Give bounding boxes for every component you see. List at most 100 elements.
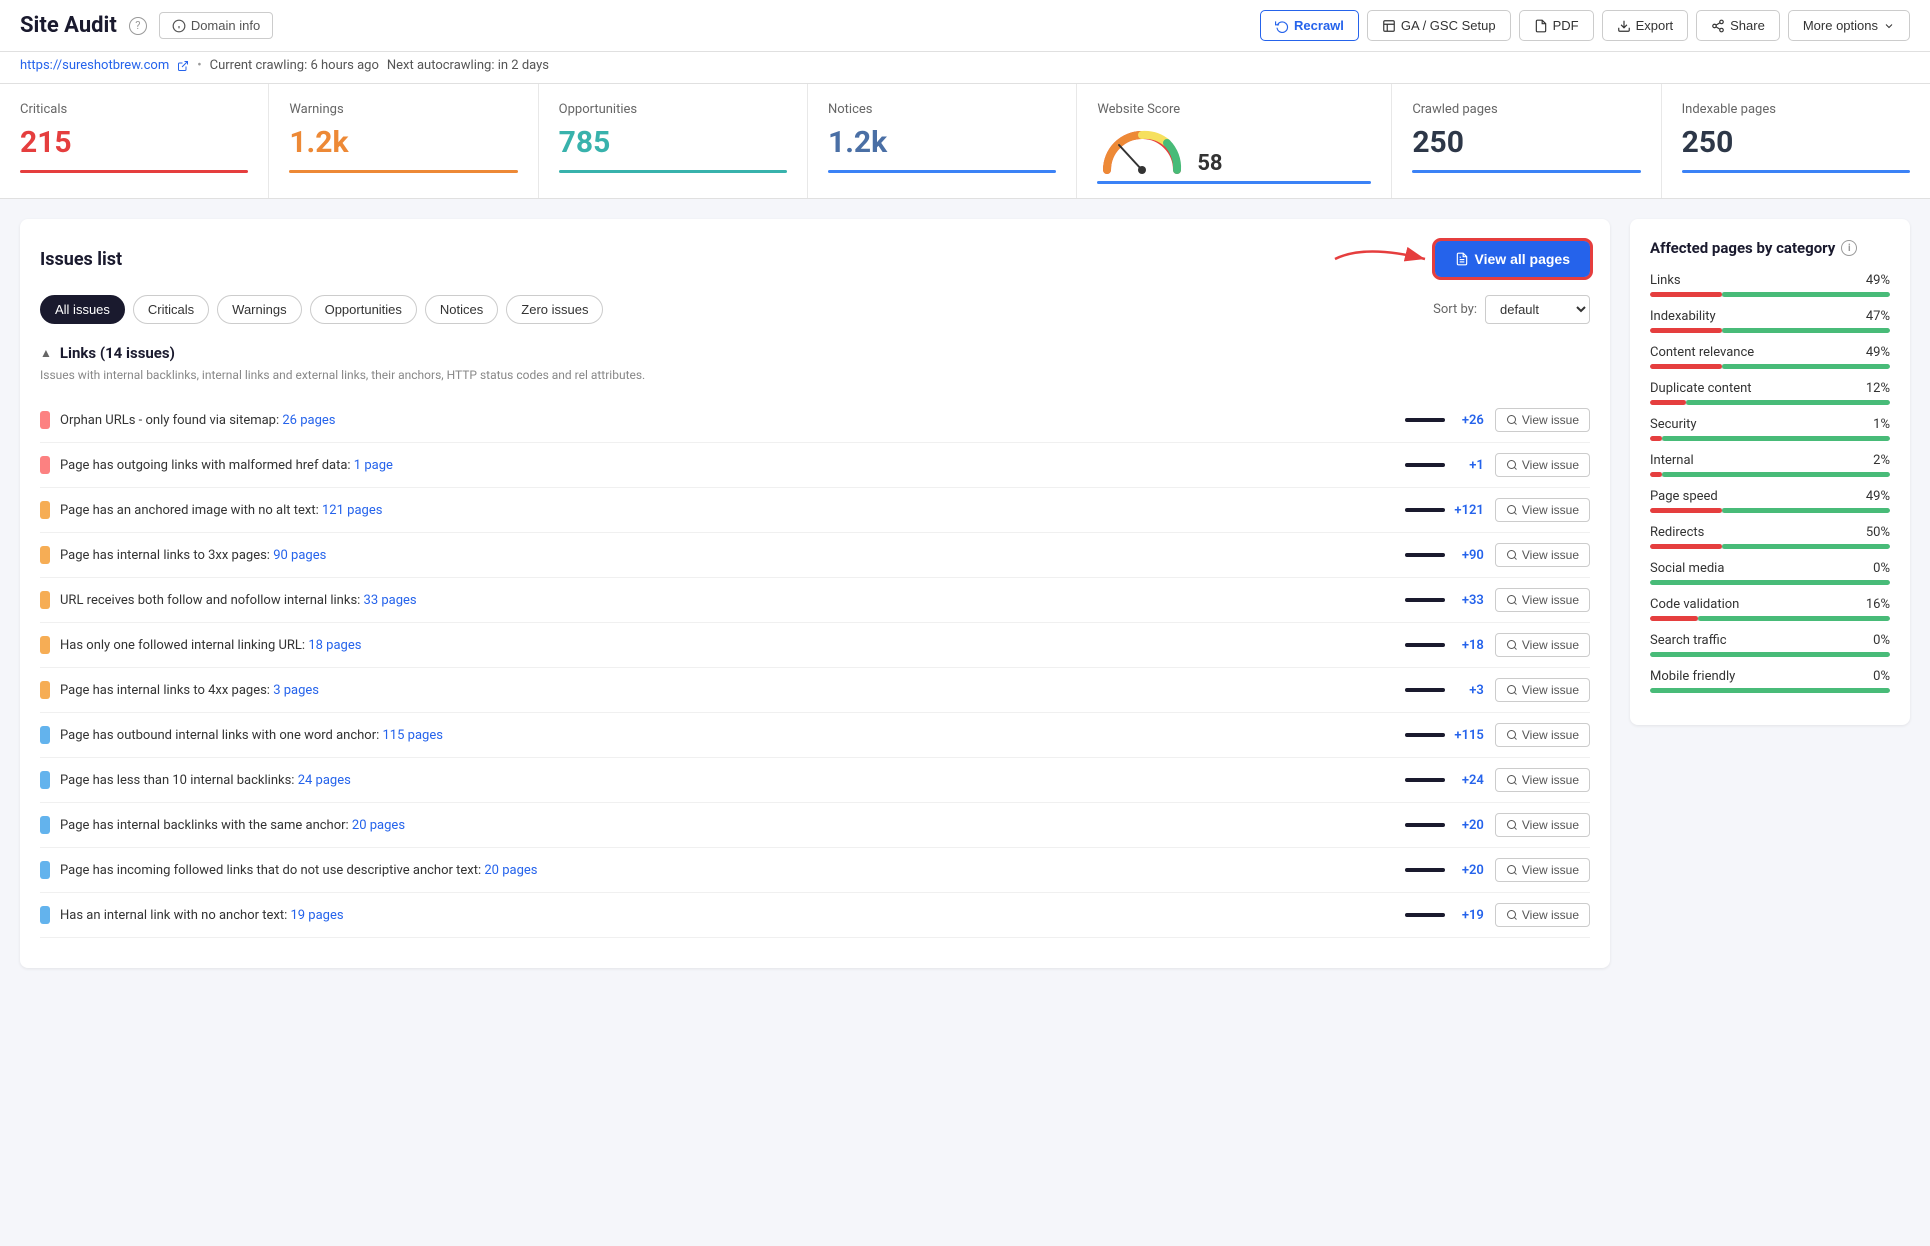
affected-category-row[interactable]: Duplicate content 12% xyxy=(1650,381,1890,405)
affected-category-row[interactable]: Indexability 47% xyxy=(1650,309,1890,333)
sort-select[interactable]: default by count by severity xyxy=(1485,295,1590,324)
criticals-card[interactable]: Criticals 215 xyxy=(0,84,269,198)
affected-category-row[interactable]: Search traffic 0% xyxy=(1650,633,1890,657)
indexable-pages-bar xyxy=(1682,170,1910,173)
issue-bar: +20 xyxy=(1405,863,1485,878)
issue-mini-bar xyxy=(1405,913,1445,917)
issue-detail: 20 pages xyxy=(484,863,537,878)
view-all-pages-button[interactable]: View all pages xyxy=(1435,241,1590,277)
category-row-label: Indexability 47% xyxy=(1650,309,1890,324)
affected-info-icon[interactable]: i xyxy=(1841,240,1857,256)
category-pct: 0% xyxy=(1873,669,1890,684)
category-row-label: Internal 2% xyxy=(1650,453,1890,468)
document-icon xyxy=(1455,252,1469,266)
issue-item: Page has internal links to 4xx pages: 3 … xyxy=(40,668,1590,713)
affected-category-row[interactable]: Social media 0% xyxy=(1650,561,1890,585)
share-button[interactable]: Share xyxy=(1696,10,1780,41)
affected-category-row[interactable]: Code validation 16% xyxy=(1650,597,1890,621)
category-bar-red xyxy=(1650,436,1662,441)
site-url-link[interactable]: https://sureshotbrew.com xyxy=(20,58,169,73)
issues-title: Issues list xyxy=(40,249,122,270)
category-pct: 12% xyxy=(1866,381,1890,396)
category-name-label: Internal xyxy=(1650,453,1694,468)
recrawl-button[interactable]: Recrawl xyxy=(1260,10,1359,41)
issue-severity-indicator xyxy=(40,546,50,564)
info-icon xyxy=(172,19,186,33)
issue-severity-indicator xyxy=(40,816,50,834)
view-issue-button[interactable]: View issue xyxy=(1495,858,1590,882)
view-issue-button[interactable]: View issue xyxy=(1495,768,1590,792)
view-issue-button[interactable]: View issue xyxy=(1495,588,1590,612)
help-icon[interactable]: ? xyxy=(129,17,147,35)
tab-notices[interactable]: Notices xyxy=(425,295,498,324)
more-options-button[interactable]: More options xyxy=(1788,10,1910,41)
category-bar-red xyxy=(1650,508,1722,513)
view-issue-button[interactable]: View issue xyxy=(1495,723,1590,747)
issue-bar: +20 xyxy=(1405,818,1485,833)
category-section: ▲ Links (14 issues) Issues with internal… xyxy=(40,344,1590,938)
view-issue-button[interactable]: View issue xyxy=(1495,633,1590,657)
tab-zero-issues[interactable]: Zero issues xyxy=(506,295,603,324)
affected-category-row[interactable]: Mobile friendly 0% xyxy=(1650,669,1890,693)
tab-opportunities[interactable]: Opportunities xyxy=(310,295,417,324)
tab-all-issues[interactable]: All issues xyxy=(40,295,125,324)
issue-severity-indicator xyxy=(40,861,50,879)
issue-severity-indicator xyxy=(40,456,50,474)
view-issue-button[interactable]: View issue xyxy=(1495,813,1590,837)
affected-categories: Links 49% Indexability 47% Content relev… xyxy=(1650,273,1890,693)
category-bar-green xyxy=(1686,400,1890,405)
view-issue-button[interactable]: View issue xyxy=(1495,903,1590,927)
view-issue-button[interactable]: View issue xyxy=(1495,543,1590,567)
crawled-pages-label: Crawled pages xyxy=(1412,102,1640,117)
export-button[interactable]: Export xyxy=(1602,10,1689,41)
category-pct: 1% xyxy=(1873,417,1890,432)
issue-text: Orphan URLs - only found via sitemap: 26… xyxy=(60,413,1395,428)
issue-item: Page has internal backlinks with the sam… xyxy=(40,803,1590,848)
category-bar-green xyxy=(1662,472,1890,477)
affected-category-row[interactable]: Security 1% xyxy=(1650,417,1890,441)
view-issue-button[interactable]: View issue xyxy=(1495,678,1590,702)
warnings-value: 1.2k xyxy=(289,125,517,160)
view-issue-button[interactable]: View issue xyxy=(1495,498,1590,522)
category-bar-bg xyxy=(1650,400,1890,405)
issue-detail: 121 pages xyxy=(322,503,382,518)
affected-category-row[interactable]: Content relevance 49% xyxy=(1650,345,1890,369)
tab-warnings[interactable]: Warnings xyxy=(217,295,301,324)
affected-category-row[interactable]: Redirects 50% xyxy=(1650,525,1890,549)
category-pct: 49% xyxy=(1866,345,1890,360)
warnings-card[interactable]: Warnings 1.2k xyxy=(269,84,538,198)
ga-gsc-button[interactable]: GA / GSC Setup xyxy=(1367,10,1511,41)
notices-card[interactable]: Notices 1.2k xyxy=(808,84,1077,198)
issue-mini-bar xyxy=(1405,823,1445,827)
pdf-button[interactable]: PDF xyxy=(1519,10,1594,41)
view-issue-button[interactable]: View issue xyxy=(1495,453,1590,477)
header-right: Recrawl GA / GSC Setup PDF Export Share … xyxy=(1260,10,1910,41)
category-header[interactable]: ▲ Links (14 issues) xyxy=(40,344,1590,362)
affected-category-row[interactable]: Links 49% xyxy=(1650,273,1890,297)
tab-criticals[interactable]: Criticals xyxy=(133,295,209,324)
issue-severity-indicator xyxy=(40,681,50,699)
issue-severity-indicator xyxy=(40,906,50,924)
category-pct: 47% xyxy=(1866,309,1890,324)
affected-category-row[interactable]: Page speed 49% xyxy=(1650,489,1890,513)
category-name-label: Redirects xyxy=(1650,525,1704,540)
notices-value: 1.2k xyxy=(828,125,1056,160)
category-row-label: Duplicate content 12% xyxy=(1650,381,1890,396)
issue-item: Has an internal link with no anchor text… xyxy=(40,893,1590,938)
affected-category-row[interactable]: Internal 2% xyxy=(1650,453,1890,477)
category-name-label: Page speed xyxy=(1650,489,1718,504)
indexable-pages-card[interactable]: Indexable pages 250 xyxy=(1662,84,1930,198)
website-score-card[interactable]: Website Score 58 xyxy=(1077,84,1392,198)
domain-info-button[interactable]: Domain info xyxy=(159,12,273,39)
category-bar-bg xyxy=(1650,364,1890,369)
issue-detail: 1 page xyxy=(354,458,393,473)
issue-count: +90 xyxy=(1449,548,1484,563)
view-issue-button[interactable]: View issue xyxy=(1495,408,1590,432)
category-bar-green xyxy=(1722,328,1890,333)
chevron-down-icon xyxy=(1883,20,1895,32)
opportunities-card[interactable]: Opportunities 785 xyxy=(539,84,808,198)
main-content: Issues list View all pages xyxy=(0,199,1930,988)
crawled-pages-card[interactable]: Crawled pages 250 xyxy=(1392,84,1661,198)
issue-mini-bar xyxy=(1405,508,1445,512)
issue-detail: 26 pages xyxy=(282,413,335,428)
